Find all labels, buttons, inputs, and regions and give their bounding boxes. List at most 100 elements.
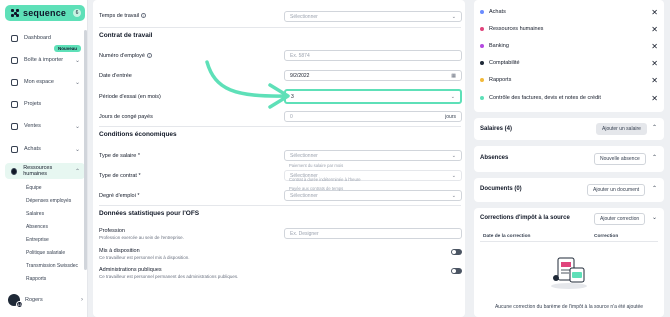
periode-essai-select[interactable]: 3 ⌄ <box>284 89 462 104</box>
type-contrat-hint: Contrat à durée indéterminée à l'heure <box>289 177 361 182</box>
absences-title: Absences <box>480 155 509 161</box>
user-icon <box>11 78 18 86</box>
category-label: Ressources humaines <box>489 26 544 32</box>
numero-employe-input[interactable]: Ex. 5874 <box>284 50 462 61</box>
cart-icon <box>11 145 18 153</box>
color-dot <box>480 61 484 65</box>
add-document-button[interactable]: Ajouter un document <box>587 184 646 196</box>
color-dot <box>480 44 484 48</box>
add-correction-button[interactable]: Ajouter correction <box>594 213 646 225</box>
new-absence-button[interactable]: Nouvelle absence <box>594 153 646 165</box>
close-icon[interactable]: ✕ <box>651 59 658 68</box>
sidebar: sequence 6 Dashboard Boîte à importer ⌄ … <box>0 0 88 317</box>
chevron-down-icon: ⌄ <box>450 93 455 100</box>
divider <box>99 126 461 127</box>
category-item: Comptabilité ✕ <box>480 56 658 70</box>
sidebar-item-label: Projets <box>24 101 42 107</box>
close-icon[interactable]: ✕ <box>651 42 658 51</box>
divider <box>99 27 461 28</box>
close-icon[interactable]: ✕ <box>651 25 658 34</box>
chevron-down-icon: ⌄ <box>74 123 80 130</box>
subnav-item-salaires[interactable]: Salaires <box>26 211 44 217</box>
sidebar-item-dashboard[interactable]: Dashboard <box>5 30 85 46</box>
avatar: 48 <box>8 294 23 308</box>
notification-badge[interactable]: 6 <box>73 9 81 17</box>
category-label: Rapports <box>489 77 512 83</box>
category-item: Banking ✕ <box>480 39 658 53</box>
temps-travail-label: Temps de travail i <box>99 13 147 19</box>
new-badge: Nouveau <box>54 45 82 52</box>
chevron-down-icon: ⌄ <box>74 146 80 153</box>
close-icon[interactable]: ✕ <box>651 76 658 85</box>
category-item: Ressources humaines ✕ <box>480 22 658 36</box>
degre-emploi-select[interactable]: Sélectionner ⌄ <box>284 190 462 201</box>
calendar-icon[interactable]: ▦ <box>451 73 456 79</box>
section-title-eco: Conditions économiques <box>99 131 177 138</box>
subnav-item-swissdec[interactable]: Transmission Swissdec <box>26 263 78 269</box>
people-icon <box>11 167 18 175</box>
divider <box>99 205 461 206</box>
section-title-contrat: Contrat de travail <box>99 32 153 39</box>
info-icon[interactable]: i <box>147 53 152 58</box>
mis-disposition-toggle[interactable] <box>451 249 462 255</box>
numero-employe-label: Numéro d'employé i <box>99 53 152 59</box>
divider <box>480 241 658 242</box>
color-dot <box>480 96 484 100</box>
periode-essai-label: Période d'essai (en mois) <box>99 94 161 100</box>
subnav-item-rapports[interactable]: Rapports <box>26 276 46 282</box>
subnav-item-entreprise[interactable]: Entreprise <box>26 237 49 243</box>
categories-panel: Achats ✕ Ressources humaines ✕ Banking ✕… <box>474 0 664 112</box>
sidebar-item-label: Mon espace <box>24 79 54 85</box>
corrections-title: Corrections d'impôt à la source <box>480 215 570 221</box>
user-menu[interactable]: 48 Rogers › <box>8 294 83 308</box>
chevron-down-icon[interactable]: ⌄ <box>652 214 657 221</box>
conges-input[interactable]: 0 jours <box>284 111 462 122</box>
subnav-item-depenses[interactable]: Dépenses employés <box>26 198 71 204</box>
admin-publiques-toggle[interactable] <box>451 268 462 274</box>
type-salaire-select[interactable]: Sélectionner ⌄ <box>284 150 462 161</box>
chevron-up-icon[interactable]: ⌃ <box>652 154 657 161</box>
subnav-item-absences[interactable]: Absences <box>26 224 48 230</box>
sidebar-item-inbox[interactable]: Boîte à importer ⌄ <box>5 52 85 68</box>
chevron-down-icon: ⌄ <box>451 192 456 199</box>
sidebar-item-ressources-humaines[interactable]: Ressources humaines ⌃ <box>5 163 85 179</box>
category-item: Contrôle des factures, devis et notes de… <box>480 91 658 105</box>
degre-emploi-hint: Payée aux contrats de temps <box>289 186 344 191</box>
sidebar-item-mon-espace[interactable]: Mon espace ⌄ <box>5 74 85 90</box>
sidebar-scrollbar[interactable] <box>84 30 87 270</box>
add-salary-button[interactable]: Ajouter un salaire <box>596 123 647 135</box>
category-label: Achats <box>489 9 506 15</box>
sidebar-item-ventes[interactable]: Ventes ⌄ <box>5 118 85 134</box>
close-icon[interactable]: ✕ <box>651 94 658 103</box>
category-item: Rapports ✕ <box>480 73 658 87</box>
conges-label: Jours de congé payés <box>99 114 153 120</box>
info-icon[interactable]: i <box>141 13 147 18</box>
conges-unit: jours <box>445 113 456 120</box>
temps-travail-select[interactable]: Sélectionner ⌄ <box>284 11 462 22</box>
close-icon[interactable]: ✕ <box>651 8 658 17</box>
type-salaire-label: Type de salaire * <box>99 153 140 159</box>
empty-illustration-icon <box>551 257 587 289</box>
date-entree-label: Date d'entrée <box>99 73 132 79</box>
sidebar-item-projets[interactable]: Projets <box>5 96 85 112</box>
subnav-item-equipe[interactable]: Équipe <box>26 185 42 191</box>
sidebar-item-label: Boîte à importer <box>24 57 64 63</box>
sidebar-item-achats[interactable]: Achats ⌄ <box>5 141 85 157</box>
chevron-up-icon[interactable]: ⌃ <box>652 124 657 131</box>
corrections-panel: Corrections d'impôt à la source Ajouter … <box>474 208 664 317</box>
category-label: Banking <box>489 43 509 49</box>
date-entree-input[interactable]: 9/2/2022 ▦ <box>284 70 462 81</box>
type-contrat-label: Type de contrat * <box>99 173 141 179</box>
check-icon <box>11 100 18 108</box>
absences-panel: Absences Nouvelle absence ⌃ <box>474 146 664 172</box>
mis-disposition-label: Mis à disposition <box>99 248 140 254</box>
profession-input[interactable]: Ex. Designer <box>284 228 462 239</box>
app-logo[interactable]: sequence 6 <box>5 5 85 21</box>
logo-icon <box>11 9 19 17</box>
chevron-down-icon: ⌄ <box>74 57 80 64</box>
admin-publiques-label: Administrations publiques <box>99 267 162 273</box>
subnav-item-politique[interactable]: Politique salariale <box>26 250 65 256</box>
chevron-up-icon[interactable]: ⌃ <box>652 185 657 192</box>
column-header-date: Date de la correction <box>483 234 531 239</box>
color-dot <box>480 78 484 82</box>
